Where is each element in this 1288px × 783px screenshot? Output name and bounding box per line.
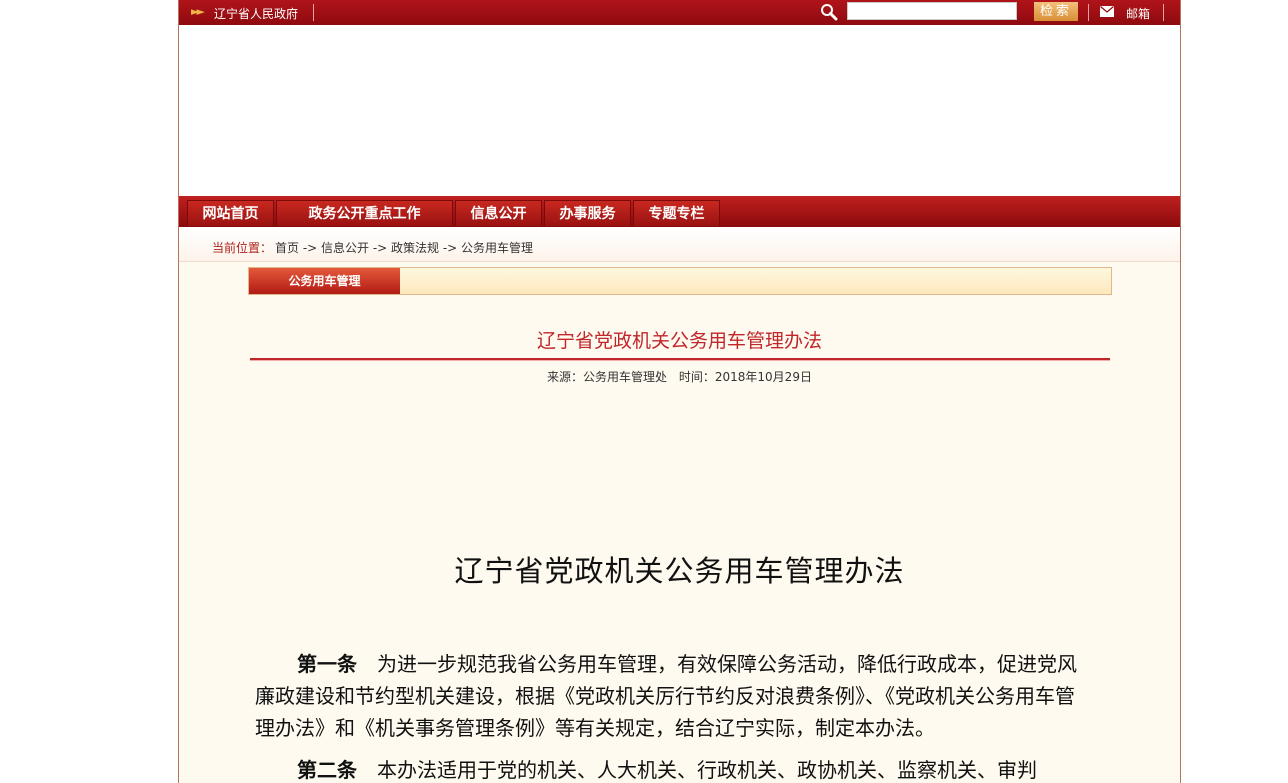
nav-item-home[interactable]: 网站首页 bbox=[187, 200, 274, 226]
paragraph-text: 本办法适用于党的机关、人大机关、行政机关、政协机关、监察机关、审判 bbox=[377, 758, 1037, 782]
breadcrumb-label: 当前位置： bbox=[212, 241, 273, 255]
nav-item-key-work[interactable]: 政务公开重点工作 bbox=[276, 200, 453, 226]
article-meta: 来源：公务用车管理处 时间：2018年10月29日 bbox=[179, 368, 1180, 385]
breadcrumb: 当前位置： 首页 -> 信息公开 -> 政策法规 -> 公务用车管理 bbox=[179, 227, 1180, 262]
nav-item-services[interactable]: 办事服务 bbox=[544, 200, 631, 226]
divider bbox=[313, 4, 314, 21]
article-body: 第一条 为进一步规范我省公务用车管理，有效保障公务活动，降低行政成本，促进党风廉… bbox=[255, 648, 1089, 783]
top-bar: ►► 辽宁省人民政府 检索 邮箱 bbox=[179, 0, 1180, 25]
paragraph: 第二条 本办法适用于党的机关、人大机关、行政机关、政协机关、监察机关、审判 bbox=[255, 754, 1089, 783]
search-input[interactable] bbox=[847, 2, 1017, 20]
paragraph-text: 为进一步规范我省公务用车管理，有效保障公务活动，降低行政成本，促进党风廉政建设和… bbox=[255, 652, 1077, 740]
double-arrow-icon: ►► bbox=[191, 5, 205, 18]
title-divider bbox=[250, 358, 1110, 361]
article-title: 辽宁省党政机关公务用车管理办法 bbox=[536, 330, 822, 352]
section-tag[interactable]: 公务用车管理 bbox=[249, 268, 400, 294]
mail-icon[interactable] bbox=[1100, 6, 1114, 17]
divider bbox=[1088, 4, 1089, 21]
divider bbox=[1163, 4, 1164, 21]
header-banner bbox=[179, 25, 1180, 196]
nav-item-info-public[interactable]: 信息公开 bbox=[455, 200, 542, 226]
article-time: 时间：2018年10月29日 bbox=[678, 370, 812, 384]
article-source: 来源：公务用车管理处 bbox=[547, 370, 668, 384]
search-icon[interactable] bbox=[819, 2, 839, 22]
paragraph: 第一条 为进一步规范我省公务用车管理，有效保障公务活动，降低行政成本，促进党风廉… bbox=[255, 648, 1089, 744]
article-clause-head: 第一条 bbox=[297, 652, 357, 676]
search-button[interactable]: 检索 bbox=[1034, 2, 1078, 21]
mail-link[interactable]: 邮箱 bbox=[1126, 5, 1150, 22]
breadcrumb-path[interactable]: 首页 -> 信息公开 -> 政策法规 -> 公务用车管理 bbox=[275, 239, 533, 256]
main-nav: 网站首页 政务公开重点工作 信息公开 办事服务 专题专栏 bbox=[179, 196, 1180, 227]
page-container: ►► 辽宁省人民政府 检索 邮箱 网站首页 政务公开重点工作 信息公开 办事服务… bbox=[178, 0, 1181, 783]
nav-item-topics[interactable]: 专题专栏 bbox=[633, 200, 720, 226]
section-header: 公务用车管理 bbox=[248, 267, 1112, 295]
site-name-link[interactable]: 辽宁省人民政府 bbox=[214, 5, 298, 22]
article-clause-head: 第二条 bbox=[297, 758, 357, 782]
document-title: 辽宁省党政机关公务用车管理办法 bbox=[454, 554, 905, 588]
